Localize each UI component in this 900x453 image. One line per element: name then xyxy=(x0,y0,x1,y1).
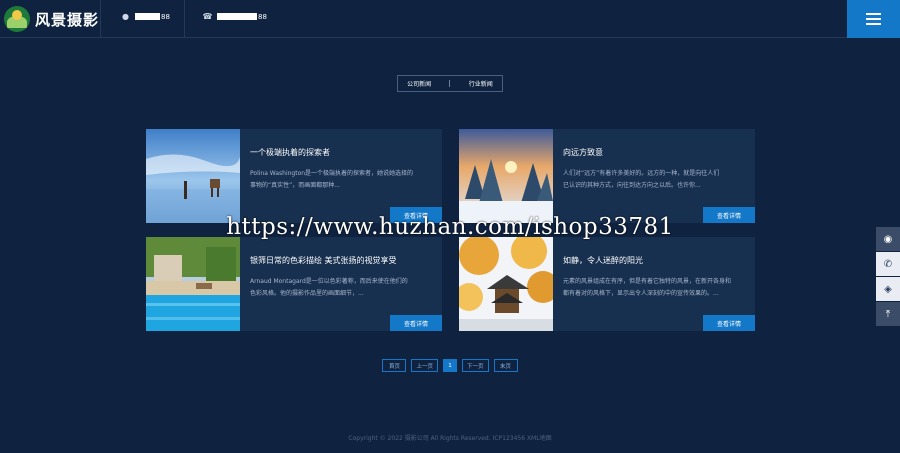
logo-text: 风景摄影 xyxy=(35,10,100,29)
contact-phone-1: ● 88 xyxy=(121,12,170,21)
logo-icon xyxy=(4,6,30,32)
card-description-line2: 事物的“真实性”，而画面都那种... xyxy=(250,182,340,189)
header-divider xyxy=(184,0,185,38)
view-details-button[interactable]: 查看详情 xyxy=(390,315,442,331)
page-first[interactable]: 首页 xyxy=(382,359,407,372)
card-title[interactable]: 银筛日常的色彩描绘 美式张扬的视觉享受 xyxy=(250,255,397,266)
tab-company-news[interactable]: 公司新闻 xyxy=(407,79,431,88)
site-header: 风景摄影 ● 88 ☎ 88 xyxy=(0,0,900,38)
card-title[interactable]: 如静，令人迷醉的阳光 xyxy=(563,255,643,266)
card-image[interactable] xyxy=(146,237,240,331)
qq-icon: ◉ xyxy=(883,233,893,245)
hamburger-icon xyxy=(866,13,881,15)
news-card[interactable]: 向远方致意 人们对“远方”有着许多美好的。远方的一种，就是向往人们 已认识的其种… xyxy=(459,129,755,223)
phone-icon: ✆ xyxy=(883,258,893,270)
page-next[interactable]: 下一页 xyxy=(462,359,489,372)
watermark: https://www.huzhan.com/ishop33781 xyxy=(226,214,674,240)
tab-industry-news[interactable]: 行业新闻 xyxy=(469,79,493,88)
card-image[interactable] xyxy=(459,129,553,223)
header-divider xyxy=(100,0,101,38)
card-description: 元素的风景组成在有序，但是有着它独特的风景，在新开各身和 xyxy=(563,278,732,285)
phone-tail: 88 xyxy=(161,12,170,21)
card-description: Polina Washington是一个极端执着的探索者，她说她选择的 xyxy=(250,170,414,177)
telephone-icon: ☎ xyxy=(202,12,213,21)
arrow-up-icon: ⤒ xyxy=(885,308,891,320)
card-title[interactable]: 一个极端执着的探索者 xyxy=(250,147,330,158)
phone-icon: ● xyxy=(122,12,129,21)
card-description: Arnaud Montagard是一位以色彩著称，而后来使在他们的 xyxy=(250,278,408,285)
card-title[interactable]: 向远方致意 xyxy=(563,147,603,158)
phone-tail: 88 xyxy=(258,12,267,21)
view-details-button[interactable]: 查看详情 xyxy=(703,315,755,331)
qq-button[interactable]: ◉ xyxy=(876,227,900,251)
news-card[interactable]: 银筛日常的色彩描绘 美式张扬的视觉享受 Arnaud Montagard是一位以… xyxy=(146,237,442,331)
card-image[interactable] xyxy=(459,237,553,331)
card-description: 人们对“远方”有着许多美好的。远方的一种，就是向往人们 xyxy=(563,170,720,177)
card-description-line2: 色彩风格。他的摄影作品里的画面细节，... xyxy=(250,290,364,297)
redacted-number xyxy=(217,13,257,20)
page-last[interactable]: 末页 xyxy=(493,359,518,372)
redacted-number xyxy=(135,13,160,20)
side-toolbar: ◉ ✆ ◈ ⤒ xyxy=(876,227,900,327)
news-tabs: 公司新闻 行业新闻 xyxy=(397,75,503,92)
card-description-line2: 都有着对的风格下，显示出令人深刻的中的宣传效果的。... xyxy=(563,290,719,297)
contact-phone-2: ☎ 88 xyxy=(203,12,267,21)
wechat-icon: ◈ xyxy=(884,283,892,295)
news-card[interactable]: 一个极端执着的探索者 Polina Washington是一个极端执着的探索者，… xyxy=(146,129,442,223)
back-to-top-button[interactable]: ⤒ xyxy=(876,302,900,326)
card-image[interactable] xyxy=(146,129,240,223)
wechat-button[interactable]: ◈ xyxy=(876,277,900,301)
card-description-line2: 已认识的其种方式，向往到达方向之以后。也许你... xyxy=(563,182,701,189)
page-current[interactable]: 1 xyxy=(443,359,457,372)
pagination: 首页 上一页 1 下一页 末页 xyxy=(0,359,900,372)
copyright: Copyright © 2022 摄影公司 All Rights Reserve… xyxy=(348,435,552,442)
logo[interactable]: 风景摄影 xyxy=(4,6,99,32)
page-prev[interactable]: 上一页 xyxy=(411,359,438,372)
menu-button[interactable] xyxy=(847,0,900,38)
news-card[interactable]: 如静，令人迷醉的阳光 元素的风景组成在有序，但是有着它独特的风景，在新开各身和 … xyxy=(459,237,755,331)
phone-button[interactable]: ✆ xyxy=(876,252,900,276)
tab-separator xyxy=(449,80,451,87)
